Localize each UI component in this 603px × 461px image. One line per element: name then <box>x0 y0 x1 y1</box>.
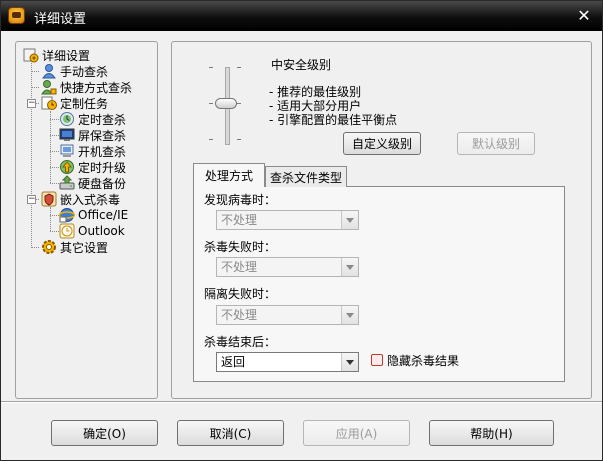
tree-line <box>50 231 59 232</box>
tree-item-office-ie[interactable]: Office/IE <box>58 207 129 223</box>
window-title: 详细设置 <box>34 12 87 27</box>
quarantine-fail-label: 隔离失败时： <box>204 287 277 301</box>
slider-tick <box>237 67 241 68</box>
outlook-clock-icon <box>59 223 75 239</box>
tree-item-label: 定时查杀 <box>78 112 127 127</box>
hide-results-label: 隐藏杀毒结果 <box>387 354 460 368</box>
tree-item-label: 开机查杀 <box>78 144 127 159</box>
ok-button[interactable]: 确定(O) <box>51 420 158 446</box>
collapse-embedded-toggle[interactable]: − <box>27 195 36 204</box>
user-scan-icon <box>41 63 57 79</box>
tree-item-label: 定时升级 <box>78 160 127 175</box>
monitor-icon <box>59 127 75 143</box>
task-clock-icon <box>41 95 57 111</box>
browser-globe-icon <box>58 207 76 223</box>
tree-item-label: 硬盘备份 <box>78 176 127 191</box>
tree-line <box>31 61 32 248</box>
slider-tick <box>209 103 213 104</box>
tree-item-label: 快捷方式查杀 <box>60 80 133 95</box>
tree-item-label: 其它设置 <box>60 240 109 255</box>
tree-item-label: 手动查杀 <box>60 64 109 79</box>
tree-line <box>50 119 59 120</box>
virus-found-select[interactable]: 不处理 <box>216 210 359 230</box>
after-kill-label: 杀毒结束后： <box>204 335 277 349</box>
hide-results-checkbox[interactable] <box>371 354 383 366</box>
after-kill-select[interactable]: 返回 <box>216 352 359 372</box>
kill-fail-select[interactable]: 不处理 <box>216 257 359 277</box>
tree-item-timed-scan[interactable]: 定时查杀 <box>59 111 126 127</box>
close-button[interactable]: ✕ <box>575 7 593 25</box>
cancel-button[interactable]: 取消(C) <box>177 420 284 446</box>
tree-item-label: 嵌入式杀毒 <box>60 192 121 207</box>
app-icon <box>8 7 25 24</box>
tree-item-label: Outlook <box>78 224 125 238</box>
kill-fail-label: 杀毒失败时： <box>204 240 277 254</box>
apply-button[interactable]: 应用(A) <box>303 420 410 446</box>
tree-line <box>50 111 51 183</box>
virus-found-value: 不处理 <box>221 213 258 227</box>
help-button[interactable]: 帮助(H) <box>429 420 554 446</box>
slider-tick <box>209 139 213 140</box>
slider-tick <box>209 67 213 68</box>
virus-found-label: 发现病毒时： <box>204 193 277 207</box>
tree-item-screensaver-scan[interactable]: 屏保查杀 <box>59 127 126 143</box>
tree-item-startup-scan[interactable]: 开机查杀 <box>59 143 126 159</box>
gear-icon <box>41 239 57 255</box>
tree-item-label: 屏保查杀 <box>78 128 127 143</box>
chevron-down-icon <box>341 306 358 324</box>
tree-line <box>31 87 39 88</box>
tree-line <box>31 71 39 72</box>
security-level-slider-thumb[interactable] <box>215 98 237 109</box>
computer-icon <box>59 143 75 159</box>
security-level-desc-3: - 引擎配置的最佳平衡点 <box>269 113 398 127</box>
tree-line <box>50 135 59 136</box>
chevron-down-icon <box>341 353 358 371</box>
tree-item-root[interactable]: 详细设置 <box>23 47 90 63</box>
custom-level-button[interactable]: 自定义级别 <box>343 132 421 155</box>
update-globe-icon <box>59 159 75 175</box>
tree-item-manual-scan[interactable]: 手动查杀 <box>41 63 108 79</box>
quarantine-fail-select[interactable]: 不处理 <box>216 305 359 325</box>
after-kill-value: 返回 <box>221 355 246 369</box>
chevron-down-icon <box>341 211 358 229</box>
tree-item-label: 定制任务 <box>60 96 109 111</box>
tree-line <box>50 207 51 231</box>
tree-item-disk-backup[interactable]: 硬盘备份 <box>59 175 126 191</box>
title-bar: 详细设置 ✕ <box>1 1 602 31</box>
tree-line <box>50 215 59 216</box>
default-level-button[interactable]: 默认级别 <box>457 132 535 155</box>
tree-item-label: 详细设置 <box>42 48 91 63</box>
settings-window: 详细设置 ✕ 详细设置 手动查杀 快捷方式查杀 − 定制任务 定时查杀 屏保查杀… <box>0 0 603 461</box>
tree-line <box>31 247 39 248</box>
tree-line <box>50 183 59 184</box>
shortcut-scan-icon <box>41 79 57 95</box>
tab-handling-method[interactable]: 处理方式 <box>193 163 265 187</box>
settings-gear-icon <box>23 47 39 63</box>
tree-item-outlook[interactable]: Outlook <box>59 223 125 239</box>
tree-line <box>50 151 59 152</box>
timer-icon <box>59 111 75 127</box>
quarantine-fail-value: 不处理 <box>221 308 258 322</box>
slider-tick <box>237 103 241 104</box>
tree-line <box>50 167 59 168</box>
collapse-scheduled-toggle[interactable]: − <box>27 99 36 108</box>
footer-divider-highlight <box>1 402 602 403</box>
tab-scan-file-types[interactable]: 查杀文件类型 <box>265 166 347 187</box>
tree-item-scheduled[interactable]: 定制任务 <box>41 95 108 111</box>
tree-item-embedded[interactable]: 嵌入式杀毒 <box>41 191 120 207</box>
tree-item-other-settings[interactable]: 其它设置 <box>41 239 108 255</box>
kill-fail-value: 不处理 <box>221 260 258 274</box>
tree-item-label: Office/IE <box>78 208 129 222</box>
tree-item-quick-scan[interactable]: 快捷方式查杀 <box>41 79 132 95</box>
security-level-title: 中安全级别 <box>271 58 332 72</box>
chevron-down-icon <box>341 258 358 276</box>
tree-item-scheduled-update[interactable]: 定时升级 <box>59 159 126 175</box>
shield-icon <box>41 191 57 207</box>
slider-tick <box>237 139 241 140</box>
disk-backup-icon <box>59 175 75 191</box>
